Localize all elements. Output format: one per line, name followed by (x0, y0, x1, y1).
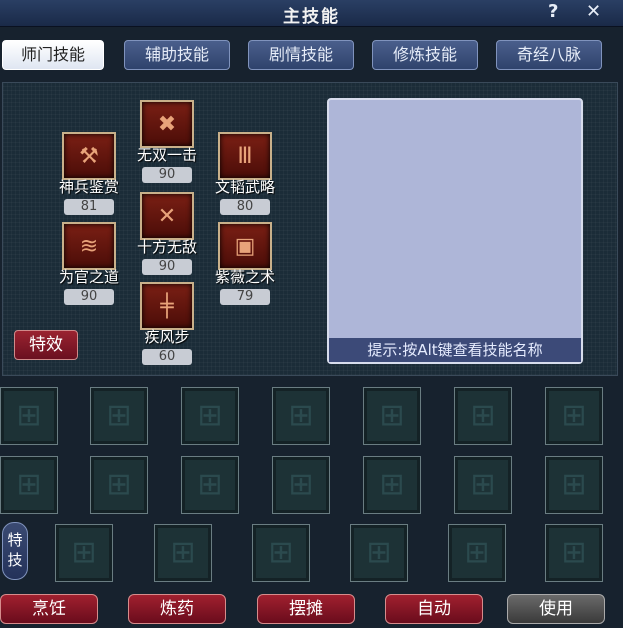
skill-level: 80 (220, 199, 270, 215)
skill-shifang[interactable]: ✕ 十方无敌 90 (132, 192, 202, 275)
skill-level: 90 (142, 167, 192, 183)
skill-ziwei[interactable]: ▣ 紫薇之术 79 (210, 222, 280, 305)
effect-button[interactable]: 特效 (14, 330, 78, 360)
skill-level: 90 (142, 259, 192, 275)
skill-info-box: 提示:按Alt键查看技能名称 (327, 98, 583, 364)
skill-wentao[interactable]: Ⅲ 文韬武略 80 (210, 132, 280, 215)
tab-meridians[interactable]: 奇经八脉 (496, 40, 602, 70)
skill-icon: ≋ (62, 222, 116, 270)
special-skill-slot[interactable] (252, 524, 310, 582)
help-icon[interactable]: ? (548, 1, 558, 22)
skill-icon: ⚒ (62, 132, 116, 180)
skill-slot[interactable] (545, 456, 603, 514)
skill-icon: ╪ (140, 282, 194, 330)
skill-name: 十方无敌 (136, 238, 197, 256)
skill-name: 神兵鉴赏 (58, 178, 119, 196)
skill-name: 疾风步 (144, 328, 190, 346)
skill-jifeng[interactable]: ╪ 疾风步 60 (132, 282, 202, 365)
skill-slot[interactable] (90, 387, 148, 445)
skill-slot[interactable] (454, 387, 512, 445)
skill-wushuang[interactable]: ✖ 无双一击 90 (132, 100, 202, 183)
special-skill-slot[interactable] (350, 524, 408, 582)
skill-name: 为官之道 (58, 268, 119, 286)
special-skill-label: 特 技 (2, 522, 28, 580)
skill-slot[interactable] (0, 456, 58, 514)
skill-name: 文韬武略 (214, 178, 275, 196)
hint-text: 提示:按Alt键查看技能名称 (329, 338, 581, 362)
skill-slot[interactable] (181, 387, 239, 445)
skill-slot[interactable] (181, 456, 239, 514)
skill-icon: ▣ (218, 222, 272, 270)
auto-button[interactable]: 自动 (385, 594, 483, 624)
skill-slot[interactable] (545, 387, 603, 445)
skill-window: 主技能 ? ✕ 师门技能 辅助技能 剧情技能 修炼技能 奇经八脉 ✖ 无双一击 … (0, 0, 623, 628)
special-skill-slot[interactable] (154, 524, 212, 582)
skill-slot[interactable] (363, 387, 421, 445)
alchemy-button[interactable]: 炼药 (128, 594, 226, 624)
skill-name: 无双一击 (136, 146, 197, 164)
skill-slot[interactable] (0, 387, 58, 445)
tab-cultivation-skills[interactable]: 修炼技能 (372, 40, 478, 70)
special-skill-slot[interactable] (55, 524, 113, 582)
skill-icon: ✕ (140, 192, 194, 240)
use-button[interactable]: 使用 (507, 594, 605, 624)
title-bar[interactable]: 主技能 ? ✕ (0, 0, 623, 27)
tab-story-skills[interactable]: 剧情技能 (248, 40, 354, 70)
stall-button[interactable]: 摆摊 (257, 594, 355, 624)
skill-icon: ✖ (140, 100, 194, 148)
skill-level: 90 (64, 289, 114, 305)
skill-slot[interactable] (454, 456, 512, 514)
tab-assist-skills[interactable]: 辅助技能 (124, 40, 230, 70)
skill-level: 79 (220, 289, 270, 305)
close-icon[interactable]: ✕ (586, 1, 601, 22)
tab-sect-skills[interactable]: 师门技能 (2, 40, 104, 70)
skill-icon: Ⅲ (218, 132, 272, 180)
window-title: 主技能 (283, 7, 340, 27)
skill-slot[interactable] (90, 456, 148, 514)
skill-shenbing[interactable]: ⚒ 神兵鉴赏 81 (54, 132, 124, 215)
skill-slot[interactable] (272, 456, 330, 514)
skill-weiguan[interactable]: ≋ 为官之道 90 (54, 222, 124, 305)
special-skill-slot[interactable] (448, 524, 506, 582)
cooking-button[interactable]: 烹饪 (0, 594, 98, 624)
skill-slot[interactable] (363, 456, 421, 514)
skill-name: 紫薇之术 (214, 268, 275, 286)
tab-bar: 师门技能 辅助技能 剧情技能 修炼技能 奇经八脉 (0, 40, 623, 70)
skill-slot[interactable] (272, 387, 330, 445)
special-skill-slot[interactable] (545, 524, 603, 582)
skill-level: 81 (64, 199, 114, 215)
skill-level: 60 (142, 349, 192, 365)
